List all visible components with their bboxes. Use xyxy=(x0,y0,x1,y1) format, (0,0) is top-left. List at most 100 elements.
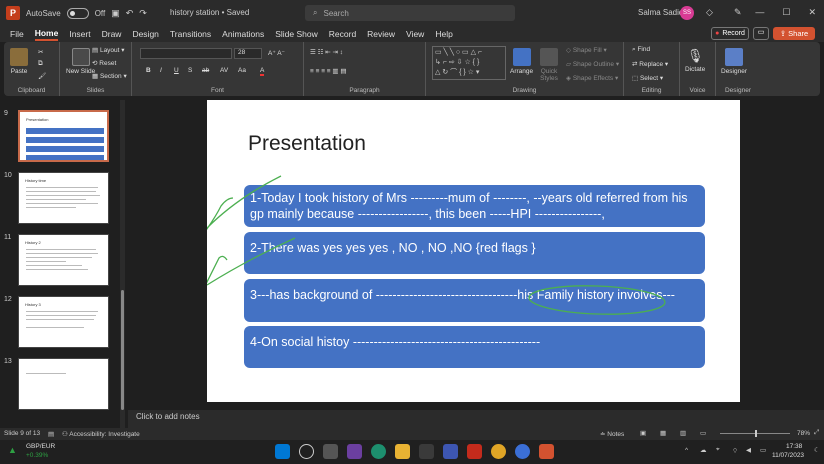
paste-button[interactable]: Paste xyxy=(10,48,28,75)
volume-icon[interactable]: ◀ xyxy=(746,446,751,454)
arrange-button[interactable]: Arrange xyxy=(510,48,533,75)
new-slide-button[interactable]: New Slide xyxy=(66,48,95,75)
minimize-icon[interactable]: — xyxy=(755,7,764,18)
save-icon[interactable]: ▣ xyxy=(111,8,120,19)
thumbnail-slide-13[interactable] xyxy=(18,358,109,410)
tab-review[interactable]: Review xyxy=(367,29,395,39)
tab-animations[interactable]: Animations xyxy=(222,29,264,39)
tab-slide-show[interactable]: Slide Show xyxy=(275,29,318,39)
tab-insert[interactable]: Insert xyxy=(69,29,90,39)
font-label: Font xyxy=(210,87,224,94)
accessibility-status[interactable]: ⚇ Accessibility: Investigate xyxy=(62,430,140,438)
tab-help[interactable]: Help xyxy=(435,29,452,39)
chevron-up-icon[interactable]: ^ xyxy=(685,447,688,454)
undo-icon[interactable]: ↶ xyxy=(126,8,134,19)
slide[interactable]: Presentation 1-Today I took history of M… xyxy=(207,100,740,402)
reading-view-icon[interactable]: ▥ xyxy=(680,429,686,437)
battery-icon[interactable]: ▭ xyxy=(760,446,766,454)
task-view-icon[interactable] xyxy=(323,444,338,459)
start-icon[interactable] xyxy=(275,444,290,459)
change-case-button[interactable]: Aa xyxy=(238,67,246,74)
clock-time[interactable]: 17:38 xyxy=(786,443,802,450)
shape-effects-button[interactable]: ◈ Shape Effects ▾ xyxy=(566,74,618,82)
spellcheck-icon[interactable]: ▤ xyxy=(48,430,54,438)
chat-icon[interactable] xyxy=(347,444,362,459)
grow-font-icon[interactable]: A⁺ A⁻ xyxy=(268,49,285,57)
font-color-button[interactable]: A xyxy=(260,67,265,76)
zoom-slider-thumb[interactable] xyxy=(755,430,757,437)
notification-icon[interactable]: ☾ xyxy=(814,446,820,454)
avatar[interactable]: SS xyxy=(680,6,694,20)
share-button[interactable]: ⇪ Share xyxy=(773,27,815,40)
location-icon[interactable]: ⌖ xyxy=(716,446,720,454)
cut-icon[interactable]: ✂ xyxy=(38,48,43,56)
thumbnail-slide-9[interactable]: Presentation xyxy=(18,110,109,162)
format-painter-icon[interactable]: 🖌 xyxy=(38,72,46,80)
notes-button[interactable]: ≐ Notes xyxy=(600,430,624,438)
section-button[interactable]: ▦ Section ▾ xyxy=(92,72,127,80)
quick-styles-button[interactable]: Quick Styles xyxy=(536,48,562,82)
find-button[interactable]: ⌕ Find xyxy=(632,46,650,54)
designer-button[interactable]: Designer xyxy=(721,48,747,75)
wifi-icon[interactable]: ⌔ xyxy=(732,446,738,455)
slide-sorter-icon[interactable]: ▦ xyxy=(660,429,666,437)
notes-pane[interactable]: Click to add notes xyxy=(128,410,824,428)
strikethrough-button[interactable]: ab xyxy=(202,67,209,74)
edge-icon[interactable] xyxy=(371,444,386,459)
shape-outline-button[interactable]: ▱ Shape Outline ▾ xyxy=(566,60,619,68)
tab-view[interactable]: View xyxy=(406,29,424,39)
tab-transitions[interactable]: Transitions xyxy=(170,29,211,39)
clock-date[interactable]: 11/07/2023 xyxy=(772,452,804,459)
ticker-name[interactable]: GBP/EUR xyxy=(26,443,55,450)
comments-button[interactable]: ▭ xyxy=(753,27,769,40)
align-icon[interactable]: ≡ ≡ ≡ ≡ ▥ ▤ xyxy=(310,67,346,75)
thumbnail-slide-10[interactable]: History time xyxy=(18,172,109,224)
layout-button[interactable]: ▤ Layout ▾ xyxy=(92,46,125,54)
search-taskbar-icon[interactable] xyxy=(299,444,314,459)
store-icon[interactable] xyxy=(419,444,434,459)
replace-button[interactable]: ⇄ Replace ▾ xyxy=(632,60,668,68)
normal-view-icon[interactable]: ▣ xyxy=(640,429,646,437)
font-size-input[interactable]: 28 xyxy=(234,48,262,59)
redo-icon[interactable]: ↷ xyxy=(139,8,147,19)
record-button[interactable]: ● Record xyxy=(711,27,749,40)
mcafee-icon[interactable] xyxy=(467,444,482,459)
italic-button[interactable]: I xyxy=(160,67,162,74)
autosave-toggle[interactable] xyxy=(66,7,89,19)
chrome-icon[interactable] xyxy=(491,444,506,459)
select-button[interactable]: ⬚ Select ▾ xyxy=(632,74,663,82)
tab-draw[interactable]: Draw xyxy=(102,29,122,39)
scrollbar-thumb[interactable] xyxy=(121,290,124,410)
spacing-button[interactable]: AV xyxy=(220,67,228,74)
tab-design[interactable]: Design xyxy=(132,29,158,39)
underline-button[interactable]: U xyxy=(174,67,179,74)
copy-icon[interactable]: ⧉ xyxy=(38,60,43,68)
thumbnail-slide-12[interactable]: History 3 xyxy=(18,296,109,348)
powerpoint-taskbar-icon[interactable] xyxy=(539,444,554,459)
pen-icon[interactable]: ✎ xyxy=(734,7,742,18)
fit-slide-icon[interactable]: ⤢ xyxy=(814,429,819,437)
app-icon[interactable] xyxy=(443,444,458,459)
close-icon[interactable]: ✕ xyxy=(808,7,816,18)
thumbnail-slide-11[interactable]: History 2 xyxy=(18,234,109,286)
maximize-icon[interactable]: ☐ xyxy=(782,7,790,18)
explorer-icon[interactable] xyxy=(395,444,410,459)
shape-fill-button[interactable]: ◇ Shape Fill ▾ xyxy=(566,46,607,54)
reset-button[interactable]: ⟲ Reset xyxy=(92,59,116,67)
shadow-button[interactable]: S xyxy=(188,67,192,74)
zoom-level[interactable]: 78% xyxy=(797,430,810,437)
zoom-app-icon[interactable] xyxy=(515,444,530,459)
dictate-button[interactable]: 🎙 Dictate xyxy=(685,48,705,73)
tab-record[interactable]: Record xyxy=(329,29,356,39)
bold-button[interactable]: B xyxy=(146,67,151,74)
shapes-gallery[interactable]: ▭ ╲ ╲ ○ ▭ △ ⌐ ↳ ⌐ ⇨ ⇩ ☆ { } △ ↻ ⌒ { } ☆ ▾ xyxy=(432,46,506,80)
search-box[interactable]: ⌕ Search xyxy=(305,5,515,21)
onedrive-icon[interactable]: ☁ xyxy=(700,446,707,454)
bullets-icon[interactable]: ☰ ☷ ⇤ ⇥ ↕ xyxy=(310,48,343,56)
tab-home[interactable]: Home xyxy=(34,28,59,41)
font-name-input[interactable] xyxy=(140,48,232,59)
diamond-icon[interactable]: ◇ xyxy=(706,7,713,18)
tab-file[interactable]: File xyxy=(10,29,24,39)
slideshow-icon[interactable]: ▭ xyxy=(700,429,706,437)
document-title[interactable]: history station • Saved xyxy=(170,8,249,17)
